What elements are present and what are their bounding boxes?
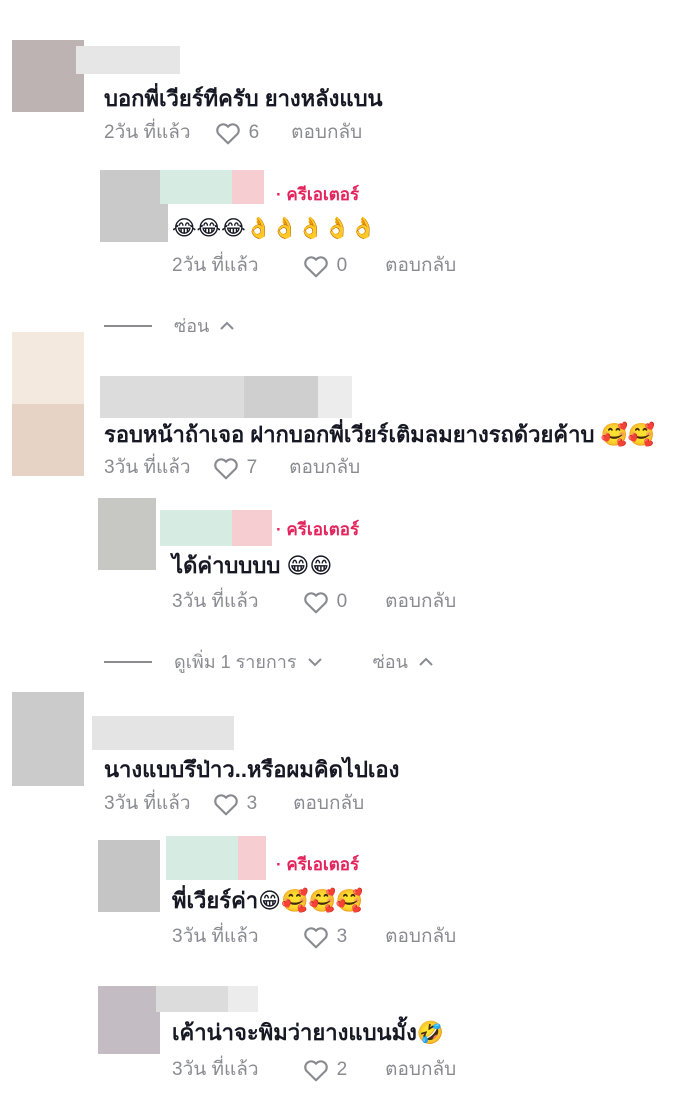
- username-blurred[interactable]: [160, 170, 264, 204]
- comment-timestamp: 3วัน ที่แล้ว: [172, 1059, 259, 1080]
- comment-meta: 2วัน ที่แล้ว 0 ตอบกลับ: [172, 253, 456, 279]
- comment-meta: 3วัน ที่แล้ว 7 ตอบกลับ: [104, 455, 360, 481]
- reply-button[interactable]: ตอบกลับ: [385, 253, 456, 279]
- replies-toggle: ซ่อน: [104, 314, 235, 338]
- heart-outline-icon[interactable]: [303, 925, 329, 949]
- comment-meta: 2วัน ที่แล้ว 6 ตอบกลับ: [104, 120, 362, 146]
- chevron-down-icon[interactable]: [307, 657, 323, 667]
- avatar[interactable]: [98, 840, 160, 912]
- comment-text: เค้าน่าจะพิมว่ายางแบนมั้ง🤣: [172, 1020, 445, 1045]
- like-count: 0: [336, 591, 348, 612]
- avatar[interactable]: [100, 170, 168, 242]
- comment-meta: 3วัน ที่แล้ว 0 ตอบกลับ: [172, 589, 456, 615]
- comment-text: นางแบบรึป่าว..หรือผมคิดไปเอง: [104, 757, 400, 782]
- username-blurred[interactable]: [76, 46, 180, 74]
- comment-timestamp: 3วัน ที่แล้ว: [104, 457, 191, 478]
- hide-replies-button[interactable]: ซ่อน: [373, 650, 434, 674]
- hide-replies-label[interactable]: ซ่อน: [174, 314, 209, 338]
- avatar[interactable]: [12, 40, 84, 112]
- like-button[interactable]: 6: [215, 120, 260, 146]
- chevron-up-icon[interactable]: [418, 657, 434, 667]
- creator-badge: · ครีเอเตอร์: [276, 185, 360, 204]
- heart-outline-icon[interactable]: [303, 590, 329, 614]
- view-more-label[interactable]: ดูเพิ่ม 1 รายการ: [174, 650, 297, 674]
- reply-button[interactable]: ตอบกลับ: [291, 120, 362, 146]
- username-blurred[interactable]: [166, 836, 266, 880]
- like-button[interactable]: 3: [213, 791, 258, 817]
- heart-outline-icon[interactable]: [303, 254, 329, 278]
- comment-meta: 3วัน ที่แล้ว 2 ตอบกลับ: [172, 1057, 456, 1083]
- creator-badge: · ครีเอเตอร์: [276, 855, 360, 874]
- view-more-replies-button[interactable]: ดูเพิ่ม 1 รายการ: [174, 650, 323, 674]
- replies-toggle: ดูเพิ่ม 1 รายการ ซ่อน: [104, 650, 434, 674]
- like-button[interactable]: 3: [303, 924, 348, 950]
- like-count: 7: [246, 457, 258, 478]
- comment-text: พี่เวียร์ค่า😁🥰🥰🥰: [172, 888, 364, 913]
- comment-timestamp: 3วัน ที่แล้ว: [172, 591, 259, 612]
- comment-meta: 3วัน ที่แล้ว 3 ตอบกลับ: [104, 791, 364, 817]
- username-blurred[interactable]: [100, 376, 352, 418]
- like-count: 3: [246, 793, 258, 814]
- like-button[interactable]: 0: [303, 253, 348, 279]
- heart-outline-icon[interactable]: [213, 456, 239, 480]
- reply-button[interactable]: ตอบกลับ: [293, 791, 364, 817]
- like-count: 3: [336, 926, 348, 947]
- like-count: 2: [336, 1059, 348, 1080]
- chevron-up-icon[interactable]: [219, 321, 235, 331]
- comment-timestamp: 2วัน ที่แล้ว: [172, 255, 259, 276]
- comment-text: 😂😂😂👌👌👌👌👌: [172, 217, 377, 240]
- avatar[interactable]: [98, 986, 160, 1054]
- reply-button[interactable]: ตอบกลับ: [385, 924, 456, 950]
- like-button[interactable]: 0: [303, 589, 348, 615]
- username-blurred[interactable]: [92, 716, 234, 750]
- heart-outline-icon[interactable]: [215, 121, 241, 145]
- avatar[interactable]: [12, 332, 84, 476]
- comment-timestamp: 3วัน ที่แล้ว: [172, 926, 259, 947]
- reply-button[interactable]: ตอบกลับ: [385, 589, 456, 615]
- comment-text: รอบหน้าถ้าเจอ ฝากบอกพี่เวียร์เติมลมยางรถ…: [104, 422, 656, 447]
- like-count: 0: [336, 255, 348, 276]
- like-count: 6: [248, 122, 260, 143]
- heart-outline-icon[interactable]: [213, 792, 239, 816]
- comment-timestamp: 2วัน ที่แล้ว: [104, 122, 191, 143]
- comment-timestamp: 3วัน ที่แล้ว: [104, 793, 191, 814]
- reply-button[interactable]: ตอบกลับ: [289, 455, 360, 481]
- creator-badge: · ครีเอเตอร์: [276, 520, 360, 539]
- like-button[interactable]: 2: [303, 1057, 348, 1083]
- username-blurred[interactable]: [156, 986, 258, 1012]
- avatar[interactable]: [98, 498, 156, 570]
- divider: [104, 661, 152, 663]
- comment-meta: 3วัน ที่แล้ว 3 ตอบกลับ: [172, 924, 456, 950]
- heart-outline-icon[interactable]: [303, 1058, 329, 1082]
- comment-text: ได้ค่าบบบบ 😁😁: [172, 553, 333, 578]
- comment-text: บอกพี่เวียร์ทีครับ ยางหลังแบน: [104, 86, 383, 111]
- username-blurred[interactable]: [160, 510, 272, 546]
- divider: [104, 325, 152, 327]
- hide-replies-label[interactable]: ซ่อน: [373, 650, 408, 674]
- reply-button[interactable]: ตอบกลับ: [385, 1057, 456, 1083]
- avatar[interactable]: [12, 692, 84, 786]
- like-button[interactable]: 7: [213, 455, 258, 481]
- hide-replies-button[interactable]: ซ่อน: [174, 314, 235, 338]
